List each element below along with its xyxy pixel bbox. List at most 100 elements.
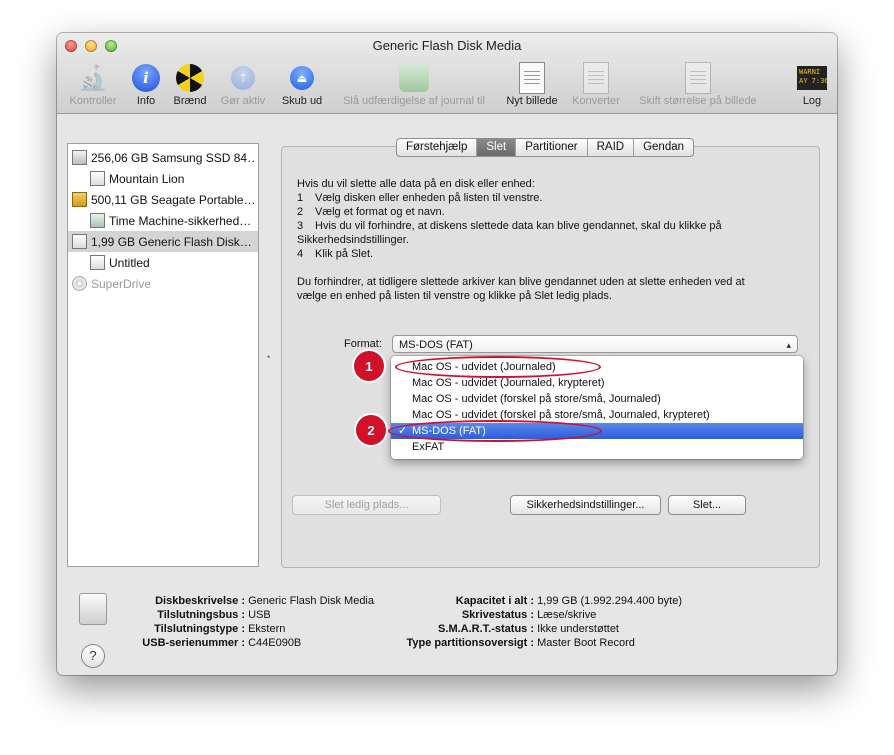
volume-icon	[90, 255, 105, 270]
tab-erase[interactable]: Slet	[477, 139, 517, 156]
sidebar-item-flash-disk[interactable]: 1,99 GB Generic Flash Disk…	[68, 231, 258, 252]
internal-disk-icon	[72, 150, 87, 165]
toolbar-eject-button[interactable]: ⏏ Skub ud	[279, 61, 325, 107]
tab-restore[interactable]: Gendan	[634, 139, 693, 156]
sidebar-item-untitled[interactable]: Untitled	[90, 252, 256, 273]
info-value: USB	[248, 609, 271, 621]
info-key: USB-serienummer :	[142, 637, 245, 649]
step-number: 3	[297, 220, 304, 232]
instructions-intro: Hvis du vil slette alle data på en disk …	[297, 178, 535, 190]
microscope-icon: 🔬	[78, 64, 108, 92]
toolbar-log-label: Log	[802, 95, 822, 107]
step-text: Vælg et format og et navn.	[315, 206, 445, 218]
toolbar-mount-button[interactable]: ⇡ Gør aktiv	[217, 61, 269, 107]
disk-list-sidebar[interactable]: 256,06 GB Samsung SSD 84… Mountain Lion …	[67, 143, 259, 567]
info-usb-serial: USB-serienummer : C44E090B	[101, 636, 301, 650]
format-select[interactable]: MS-DOS (FAT) ▴▾	[392, 335, 798, 368]
info-key: Skrivestatus :	[461, 609, 534, 621]
tab-partition[interactable]: Partitioner	[516, 139, 588, 156]
info-write-status: Skrivestatus : Læse/skrive	[373, 608, 597, 622]
usb-disk-icon	[72, 192, 87, 207]
info-value: Master Boot Record	[537, 637, 635, 649]
format-option-mac-case-journaled[interactable]: Mac OS - udvidet (forskel på store/små, …	[391, 391, 803, 407]
sidebar-item-time-machine[interactable]: Time Machine-sikkerhed…	[90, 210, 256, 231]
format-label: Format:	[344, 338, 382, 350]
info-key: Diskbeskrivelse :	[155, 595, 245, 607]
toolbar-journal-label: Slå udfærdigelse af journal til	[343, 95, 485, 107]
info-connection-type: Tilslutningstype : Ekstern	[101, 622, 285, 636]
toolbar-burn-button[interactable]: Brænd	[170, 61, 210, 107]
annotation-marker-1: 1	[354, 351, 384, 381]
annotation-marker-2: 2	[356, 415, 386, 445]
info-key: Tilslutningsbus :	[157, 609, 245, 621]
format-option-exfat[interactable]: ExFAT	[391, 439, 803, 455]
sidebar-item-samsung-ssd[interactable]: 256,06 GB Samsung SSD 84…	[72, 147, 256, 168]
title-bar: Generic Flash Disk Media 🔬 Kontroller i …	[57, 33, 837, 114]
annotation-ring-2	[388, 420, 602, 442]
sidebar-item-mountain-lion[interactable]: Mountain Lion	[90, 168, 256, 189]
info-connection-bus: Tilslutningsbus : USB	[101, 608, 271, 622]
annotation-ring-1	[395, 356, 601, 378]
format-selected-value: MS-DOS (FAT)	[399, 339, 473, 351]
journal-icon	[399, 64, 429, 92]
toolbar-new-image-button[interactable]: Nyt billede	[501, 61, 563, 107]
toolbar-new-image-label: Nyt billede	[506, 95, 558, 107]
free-space-note-1: Du forhindrer, at tidligere slettede ark…	[297, 276, 745, 288]
instruction-step-4: 4 Klik på Slet.	[297, 247, 373, 261]
security-options-button[interactable]: Sikkerhedsindstillinger...	[510, 495, 661, 515]
toolbar-convert-button[interactable]: Konverter	[568, 61, 624, 107]
toolbar-info-button[interactable]: i Info	[129, 61, 163, 107]
toolbar-info-label: Info	[136, 95, 156, 107]
sidebar-item-label: Untitled	[109, 255, 150, 270]
splitter-handle[interactable]: •	[267, 352, 270, 362]
info-value: 1,99 GB (1.992.294.400 byte)	[537, 595, 682, 607]
toolbar-journal-button[interactable]: Slå udfærdigelse af journal til	[333, 61, 495, 107]
toolbar-eject-label: Skub ud	[281, 95, 323, 107]
info-value: Læse/skrive	[537, 609, 597, 621]
toolbar-verify-label: Kontroller	[69, 95, 117, 107]
step-number: 4	[297, 248, 304, 260]
erase-button[interactable]: Slet...	[668, 495, 746, 515]
info-key: Tilslutningstype :	[154, 623, 245, 635]
info-key: Kapacitet i alt :	[455, 595, 534, 607]
tab-bar: Førstehjælp Slet Partitioner RAID Gendan	[396, 138, 695, 157]
convert-icon	[583, 62, 609, 94]
step-text: Vælg disken eller enheden på listen til …	[315, 192, 543, 204]
sidebar-item-seagate[interactable]: 500,11 GB Seagate Portable…	[72, 189, 256, 210]
instruction-step-2: 2 Vælg et format og et navn.	[297, 205, 445, 219]
volume-icon	[90, 171, 105, 186]
info-value: C44E090B	[248, 637, 302, 649]
toolbar-verify-button[interactable]: 🔬 Kontroller	[65, 61, 121, 108]
sidebar-item-superdrive[interactable]: SuperDrive	[72, 273, 256, 294]
info-icon: i	[132, 64, 160, 92]
erase-free-space-button[interactable]: Slet ledig plads...	[292, 495, 441, 515]
instruction-step-1: 1 Vælg disken eller enheden på listen til…	[297, 191, 542, 205]
time-machine-icon	[90, 213, 105, 228]
instruction-step-3-cont: Sikkerhedsindstillinger.	[297, 234, 409, 246]
tab-first-aid[interactable]: Førstehjælp	[397, 139, 478, 156]
sidebar-item-label: 500,11 GB Seagate Portable…	[91, 192, 256, 207]
info-smart-status: S.M.A.R.T.-status : Ikke understøttet	[373, 622, 619, 636]
info-value: Generic Flash Disk Media	[248, 595, 374, 607]
step-text: Klik på Slet.	[315, 248, 374, 260]
toolbar-resize-button[interactable]: Skift størrelse på billede	[630, 61, 766, 107]
toolbar-convert-label: Konverter	[572, 95, 620, 107]
burn-icon	[176, 64, 204, 92]
toolbar-mount-label: Gør aktiv	[220, 95, 266, 107]
format-option-mac-journaled-encrypted[interactable]: Mac OS - udvidet (Journaled, krypteret)	[391, 375, 803, 391]
disk-utility-window: Generic Flash Disk Media 🔬 Kontroller i …	[57, 33, 837, 675]
superdrive-icon	[72, 276, 87, 291]
eject-icon: ⏏	[290, 66, 314, 90]
info-value: Ikke understøttet	[537, 623, 619, 635]
toolbar-log-button[interactable]: WARNI AY 7:36 Log	[795, 61, 829, 107]
new-image-icon	[519, 62, 545, 94]
toolbar-burn-label: Brænd	[173, 95, 207, 107]
sidebar-item-label: 1,99 GB Generic Flash Disk…	[91, 234, 252, 249]
info-key: Type partitionsoversigt :	[406, 637, 534, 649]
sidebar-item-label: SuperDrive	[91, 276, 152, 291]
info-disk-description: Diskbeskrivelse : Generic Flash Disk Med…	[101, 594, 374, 608]
tab-raid[interactable]: RAID	[588, 139, 635, 156]
window-title: Generic Flash Disk Media	[372, 38, 522, 53]
step-number: 2	[297, 206, 304, 218]
info-key: S.M.A.R.T.-status :	[438, 623, 534, 635]
